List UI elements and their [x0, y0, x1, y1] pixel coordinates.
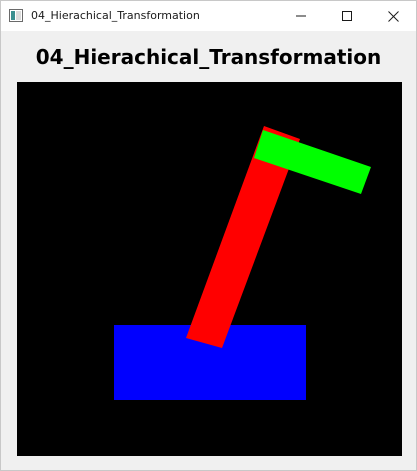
app-window: 04_Hierachical_Transformation 04_Hierach…: [0, 0, 417, 471]
minimize-icon: [296, 15, 306, 17]
title-bar[interactable]: 04_Hierachical_Transformation: [1, 1, 416, 31]
page-title: 04_Hierachical_Transformation: [35, 45, 382, 69]
window-title: 04_Hierachical_Transformation: [31, 9, 200, 22]
minimize-button[interactable]: [278, 1, 324, 31]
maximize-button[interactable]: [324, 1, 370, 31]
render-canvas[interactable]: [17, 82, 402, 456]
close-icon: [387, 10, 399, 22]
close-button[interactable]: [370, 1, 416, 31]
app-window-icon: [9, 9, 23, 22]
scene-svg: [17, 82, 402, 456]
maximize-icon: [342, 11, 352, 21]
